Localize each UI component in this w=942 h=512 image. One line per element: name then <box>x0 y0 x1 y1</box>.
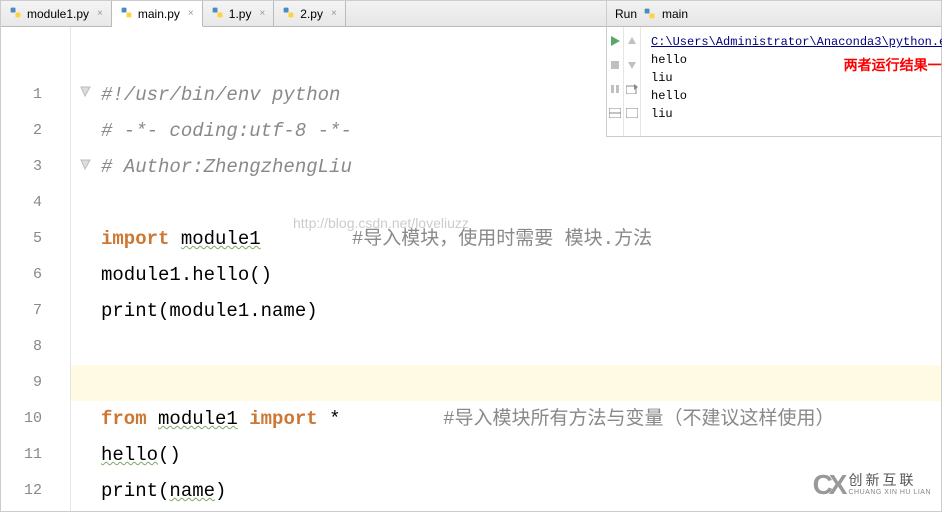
python-icon <box>120 6 133 22</box>
close-icon[interactable]: × <box>97 8 103 19</box>
editor-area: 123456789101112 http://blog.csdn.net/lov… <box>1 27 941 511</box>
line-number: 11 <box>1 437 70 473</box>
line-number: 1 <box>1 77 70 113</box>
logo-small: CHUANG XIN HU LIAN <box>848 489 931 497</box>
python-icon <box>9 6 22 22</box>
run-panel-header: Run main <box>606 1 941 27</box>
close-icon[interactable]: × <box>259 8 265 19</box>
line-number: 3 <box>1 149 70 185</box>
tab-1py[interactable]: 1.py × <box>203 1 275 26</box>
code-line[interactable] <box>101 185 941 221</box>
python-icon <box>211 6 224 22</box>
close-icon[interactable]: × <box>188 8 194 19</box>
code-line[interactable]: from module1 import * #导入模块所有方法与变量（不建议这样… <box>101 401 941 437</box>
code-area[interactable]: http://blog.csdn.net/loveliuzz #!/usr/bi… <box>71 27 941 511</box>
logo-big: 创新互联 <box>848 472 931 489</box>
run-label: Run <box>615 7 637 21</box>
code-line[interactable]: print(module1.name) <box>101 293 941 329</box>
line-number: 9 <box>1 365 70 401</box>
code-line[interactable]: #!/usr/bin/env python <box>101 77 941 113</box>
line-number: 4 <box>1 185 70 221</box>
tab-module1[interactable]: module1.py × <box>1 1 112 26</box>
tab-main[interactable]: main.py × <box>112 1 203 27</box>
tab-label: 1.py <box>229 7 252 21</box>
code-line[interactable]: hello() <box>101 437 941 473</box>
tab-label: main.py <box>138 7 180 21</box>
line-number: 6 <box>1 257 70 293</box>
logo-watermark: CX 创新互联 CHUANG XIN HU LIAN <box>813 469 931 501</box>
code-line[interactable]: module1.hello() <box>101 257 941 293</box>
run-config-name: main <box>662 7 688 21</box>
python-icon <box>282 6 295 22</box>
gutter: 123456789101112 <box>1 27 71 511</box>
line-number: 7 <box>1 293 70 329</box>
close-icon[interactable]: × <box>331 8 337 19</box>
watermark-url: http://blog.csdn.net/loveliuzz <box>293 215 469 231</box>
line-number: 2 <box>1 113 70 149</box>
code-line[interactable]: # -*- coding:utf-8 -*- <box>101 113 941 149</box>
tab-label: module1.py <box>27 7 89 21</box>
python-icon <box>643 7 656 20</box>
code-line[interactable]: # Author:ZhengzhengLiu <box>101 149 941 185</box>
line-number: 8 <box>1 329 70 365</box>
code-line[interactable] <box>101 365 941 401</box>
line-number: 5 <box>1 221 70 257</box>
logo-icon: CX <box>813 469 844 501</box>
tab-2py[interactable]: 2.py × <box>274 1 346 26</box>
code-line[interactable]: import module1 #导入模块，使用时需要 模块.方法 <box>101 221 941 257</box>
code-line[interactable] <box>101 329 941 365</box>
line-number: 10 <box>1 401 70 437</box>
line-number: 12 <box>1 473 70 509</box>
tab-label: 2.py <box>300 7 323 21</box>
